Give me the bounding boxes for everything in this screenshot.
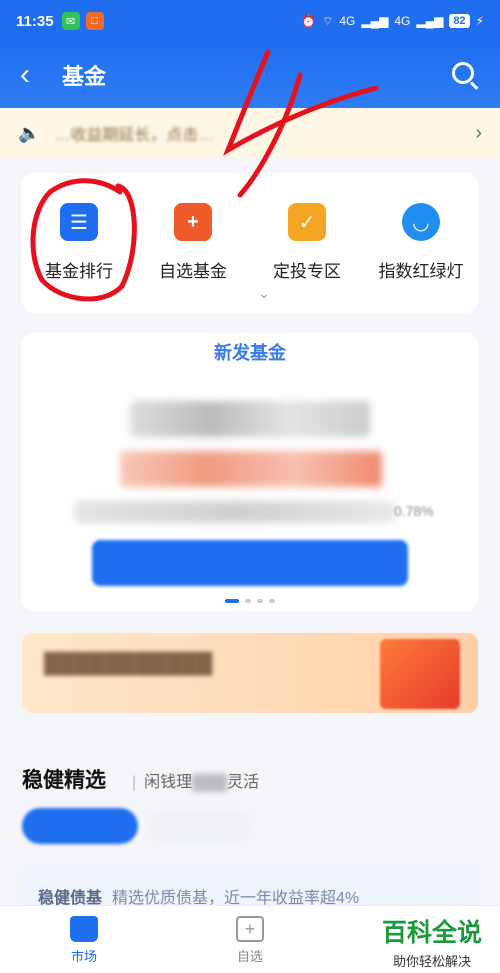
quick-item-index-lights[interactable]: ◡ 指数红绿灯 [364,203,478,313]
banner-illustration [380,639,460,709]
chat-bubble-icon: ◡ [402,203,440,241]
wechat-icon: ✉ [61,12,80,30]
fund-desc-redacted [74,501,394,523]
watermark-subtitle: 助你轻松解决 [392,954,471,969]
notice-text: …收益期延长，点击… [54,127,215,144]
list-icon: ☰ [60,203,98,241]
quick-item-watchlist-fund[interactable]: + 自选基金 [136,203,250,313]
watermark: 百科全说 助你轻松解决 [372,913,492,970]
buy-now-button[interactable] [92,540,408,586]
nav-bar: ‹ 基金 [0,42,500,108]
category-tab[interactable] [150,810,250,842]
promo-banner[interactable]: ▓▓▓▓▓▓▓▓▓▓▓ [22,633,478,713]
speaker-icon: 🔈 [18,122,41,143]
fund-name-redacted [130,401,370,437]
quick-item-label: 基金排行 [45,262,113,281]
notice-bar[interactable]: 🔈 …收益期延长，点击… › [0,108,500,158]
search-icon[interactable] [450,60,480,90]
wifi-icon: ⌔ [322,13,334,28]
app-notification-icon: □ [85,12,104,30]
tab-label: 自选 [236,949,263,964]
new-fund-card[interactable]: 新发基金 0.78% [22,333,478,611]
status-bar: 11:35 ✉ □ ⏰ ⌔ 4G ▂▄▆ 4G ▂▄▆ 82 ⚡ [0,0,500,42]
banner-text-redacted: ▓▓▓▓▓▓▓▓▓▓▓ [44,651,213,674]
new-fund-title: 新发基金 [214,343,286,363]
watermark-title: 百科全说 [381,919,482,947]
quick-entry-card: ☰ 基金排行 + 自选基金 ✓ 定投专区 ◡ 指数红绿灯 ⌄ [22,173,478,313]
tab-market[interactable]: 市场 [44,916,124,965]
quick-item-fund-ranking[interactable]: ☰ 基金排行 [22,203,136,313]
signal-icon-2: ▂▄▆ [416,14,444,28]
quick-item-label: 自选基金 [159,262,227,281]
signal-label-1: 4G [339,14,356,28]
carousel-dots [22,599,478,603]
tab-label: 市场 [70,949,97,964]
section-title: 稳健精选 [22,769,106,792]
fund-rate-redacted [120,451,382,487]
tab-watchlist[interactable]: + 自选 [210,916,290,965]
chevron-right-icon: › [475,121,482,144]
signal-icon-1: ▂▄▆ [361,14,389,28]
category-tab-active[interactable] [22,808,138,844]
status-time: 11:35 [16,12,54,30]
plus-square-icon: + [236,916,264,942]
section-subtitle: | 闲钱理▓▓▓灵活 [132,774,260,791]
alarm-icon: ⏰ [301,14,317,28]
back-arrow-icon[interactable]: ‹ [20,60,50,90]
store-icon [70,916,98,942]
signal-label-2: 4G [394,14,411,28]
battery-indicator: 82 [449,14,470,28]
quick-item-label: 定投专区 [273,262,341,281]
fund-desc-pct: 0.78% [394,503,434,519]
page-title: 基金 [62,64,107,89]
quick-item-label: 指数红绿灯 [378,262,464,281]
charging-icon: ⚡ [475,14,484,28]
bookmark-plus-icon: + [174,203,212,241]
calendar-check-icon: ✓ [288,203,326,241]
chevron-down-icon[interactable]: ⌄ [258,285,270,302]
